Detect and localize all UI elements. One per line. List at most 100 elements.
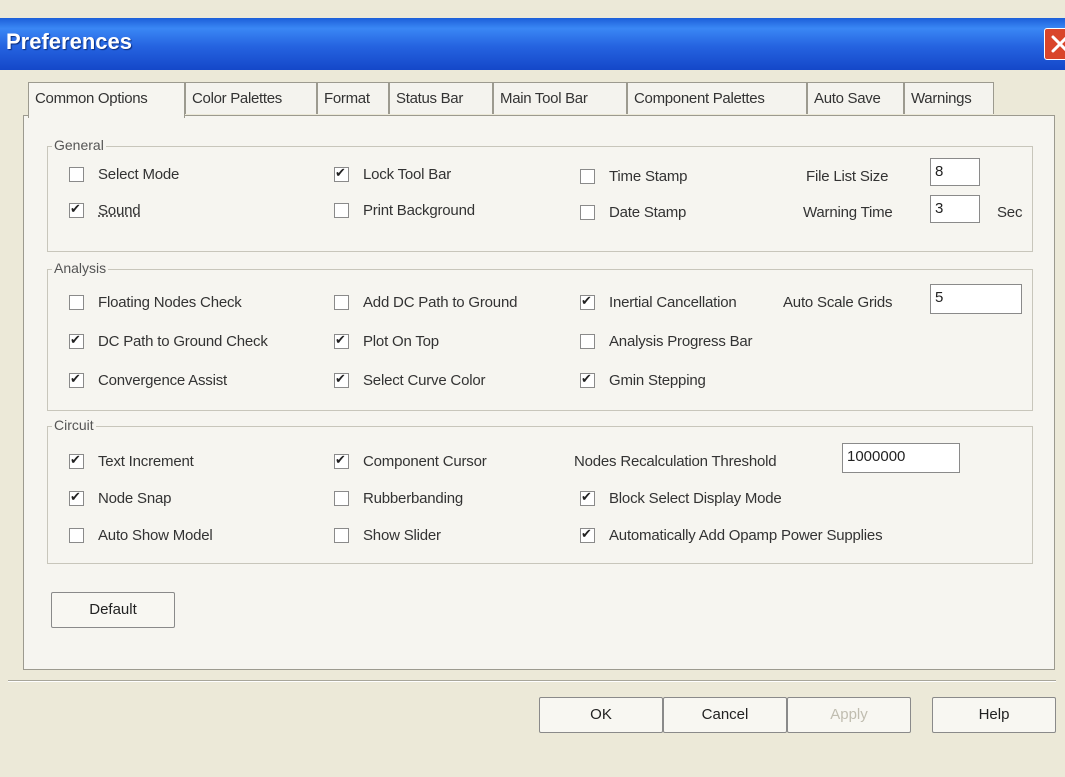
checkbox-box [334, 452, 349, 469]
checkbox-box [69, 371, 84, 388]
checkbox-label: Show Slider [363, 527, 441, 544]
tab-label: Warnings [911, 90, 972, 107]
convergence-assist-checkbox[interactable]: Convergence Assist [69, 371, 227, 389]
plot-on-top-checkbox[interactable]: Plot On Top [334, 332, 439, 350]
time-stamp-checkbox[interactable]: Time Stamp [580, 168, 687, 185]
checkbox-label: Automatically Add Opamp Power Supplies [609, 527, 883, 544]
block-select-display-mode-checkbox[interactable]: Block Select Display Mode [580, 489, 782, 507]
close-icon [1051, 35, 1065, 53]
preferences-dialog: Preferences Common Options Color Palette… [0, 0, 1065, 777]
help-button[interactable]: Help [932, 697, 1056, 733]
checkbox-box [334, 295, 349, 310]
checkbox-box [580, 371, 595, 388]
tab-label: Status Bar [396, 90, 464, 107]
checkbox-label: Component Cursor [363, 453, 487, 470]
dc-path-check-checkbox[interactable]: DC Path to Ground Check [69, 332, 268, 350]
select-curve-color-checkbox[interactable]: Select Curve Color [334, 371, 485, 389]
checkbox-label: Add DC Path to Ground [363, 294, 518, 311]
circuit-group-label: Circuit [52, 417, 96, 433]
checkbox-box [580, 334, 595, 349]
tab-label: Common Options [35, 90, 148, 107]
checkbox-box [334, 528, 349, 543]
checkbox-box [580, 293, 595, 310]
print-background-checkbox[interactable]: Print Background [334, 202, 475, 219]
analysis-progress-bar-checkbox[interactable]: Analysis Progress Bar [580, 333, 753, 350]
checkbox-box [69, 332, 84, 349]
checkbox-box [69, 201, 84, 218]
tab-common-options[interactable]: Common Options [28, 82, 185, 118]
checkbox-box [334, 165, 349, 182]
file-list-size-input[interactable]: 8 [930, 158, 980, 186]
checkbox-box [580, 489, 595, 506]
tab-bar: Common Options Color Palettes Format Sta… [28, 82, 1018, 118]
checkbox-label: Auto Show Model [98, 527, 213, 544]
tab-label: Main Tool Bar [500, 90, 588, 107]
checkbox-label: Inertial Cancellation [609, 294, 737, 311]
rubberbanding-checkbox[interactable]: Rubberbanding [334, 490, 463, 507]
gmin-stepping-checkbox[interactable]: Gmin Stepping [580, 371, 706, 389]
checkbox-label: Floating Nodes Check [98, 294, 242, 311]
checkbox-box [69, 528, 84, 543]
checkbox-box [69, 489, 84, 506]
file-list-size-label: File List Size [806, 168, 889, 185]
checkbox-label: Date Stamp [609, 204, 687, 221]
auto-add-opamp-checkbox[interactable]: Automatically Add Opamp Power Supplies [580, 526, 883, 544]
checkbox-box [334, 203, 349, 218]
tab-main-tool-bar[interactable]: Main Tool Bar [493, 82, 627, 114]
title-bar: Preferences [0, 18, 1065, 70]
checkbox-label: Gmin Stepping [609, 372, 706, 389]
auto-show-model-checkbox[interactable]: Auto Show Model [69, 527, 213, 544]
tab-warnings[interactable]: Warnings [904, 82, 994, 114]
component-cursor-checkbox[interactable]: Component Cursor [334, 452, 487, 470]
checkbox-label: Sound [98, 202, 141, 219]
add-dc-path-checkbox[interactable]: Add DC Path to Ground [334, 294, 517, 311]
inertial-cancellation-checkbox[interactable]: Inertial Cancellation [580, 293, 737, 311]
close-button[interactable] [1044, 28, 1065, 60]
tab-color-palettes[interactable]: Color Palettes [185, 82, 317, 114]
checkbox-box [334, 491, 349, 506]
apply-button[interactable]: Apply [787, 697, 911, 733]
select-mode-checkbox[interactable]: Select Mode [69, 166, 179, 183]
general-group: General Select Mode Sound Lock Tool Bar … [47, 137, 1033, 252]
checkbox-label: DC Path to Ground Check [98, 333, 268, 350]
checkbox-box [580, 526, 595, 543]
window-title: Preferences [6, 29, 132, 54]
tab-panel: General Select Mode Sound Lock Tool Bar … [23, 115, 1055, 670]
circuit-group: Circuit Text Increment Node Snap Auto Sh… [47, 417, 1033, 564]
default-button[interactable]: Default [51, 592, 175, 628]
warning-time-unit: Sec [997, 204, 1023, 221]
checkbox-box [580, 205, 595, 220]
analysis-group-label: Analysis [52, 260, 109, 276]
date-stamp-checkbox[interactable]: Date Stamp [580, 204, 686, 221]
checkbox-label: Analysis Progress Bar [609, 333, 753, 350]
ok-button[interactable]: OK [539, 697, 663, 733]
tab-label: Format [324, 90, 370, 107]
show-slider-checkbox[interactable]: Show Slider [334, 527, 441, 544]
general-group-label: General [52, 137, 106, 153]
dialog-divider [8, 680, 1056, 682]
checkbox-box [69, 452, 84, 469]
sound-checkbox[interactable]: Sound [69, 201, 141, 219]
checkbox-label: Block Select Display Mode [609, 490, 782, 507]
nodes-recalc-threshold-label: Nodes Recalculation Threshold [574, 453, 777, 470]
checkbox-box [69, 167, 84, 182]
checkbox-label: Rubberbanding [363, 490, 463, 507]
tab-auto-save[interactable]: Auto Save [807, 82, 904, 114]
tab-format[interactable]: Format [317, 82, 389, 114]
node-snap-checkbox[interactable]: Node Snap [69, 489, 172, 507]
text-increment-checkbox[interactable]: Text Increment [69, 452, 194, 470]
floating-nodes-check-checkbox[interactable]: Floating Nodes Check [69, 294, 242, 311]
checkbox-label: Node Snap [98, 490, 172, 507]
checkbox-box [334, 332, 349, 349]
warning-time-input[interactable]: 3 [930, 195, 980, 223]
checkbox-box [69, 295, 84, 310]
lock-tool-bar-checkbox[interactable]: Lock Tool Bar [334, 165, 451, 183]
tab-status-bar[interactable]: Status Bar [389, 82, 493, 114]
tab-label: Component Palettes [634, 90, 765, 107]
auto-scale-grids-input[interactable]: 5 [930, 284, 1022, 314]
tab-component-palettes[interactable]: Component Palettes [627, 82, 807, 114]
analysis-group: Analysis Floating Nodes Check DC Path to… [47, 260, 1033, 411]
nodes-recalc-threshold-input[interactable]: 1000000 [842, 443, 960, 473]
cancel-button[interactable]: Cancel [663, 697, 787, 733]
tab-label: Auto Save [814, 90, 881, 107]
